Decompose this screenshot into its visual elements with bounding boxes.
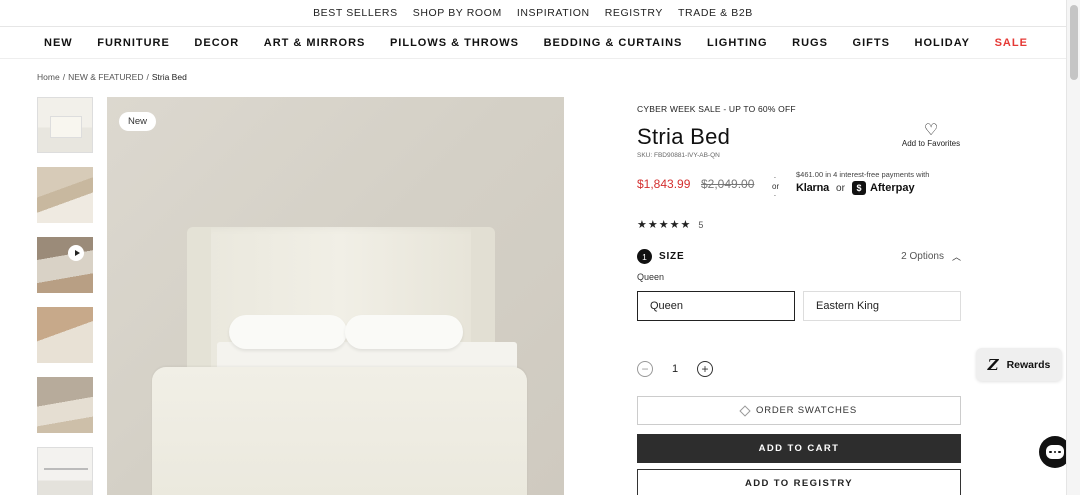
util-nav-best-sellers[interactable]: BEST SELLERS [313,7,398,19]
utility-nav: BEST SELLERS SHOP BY ROOM INSPIRATION RE… [0,0,1066,27]
original-price: $2,049.00 [701,177,755,191]
thumbnail-text-graphic [44,468,88,470]
selected-size-label: Queen [637,272,665,282]
heart-icon: ♡ [923,122,939,139]
chat-bubble-icon [1046,445,1064,459]
new-badge: New [119,112,157,131]
nav-furniture[interactable]: FURNITURE [97,37,170,49]
step-number: 1 [637,249,652,264]
size-options-count: 2 Options [901,251,944,262]
breadcrumb-separator: / [146,72,149,82]
rewards-button[interactable]: Z Rewards [976,348,1062,381]
thumbnail-4[interactable] [37,307,93,363]
size-option-eastern-king[interactable]: Eastern King [803,291,961,321]
quantity-increase-button[interactable]: + [697,361,713,377]
play-icon [68,245,84,261]
util-nav-trade[interactable]: TRADE & B2B [678,7,753,19]
chevron-up-icon: ︿ [951,252,961,262]
quantity-stepper: − 1 + [637,361,961,377]
add-to-favorites-label: Add to Favorites [901,139,961,148]
installment-text: $461.00 in 4 interest-free payments with [796,170,930,179]
nav-rugs[interactable]: RUGS [792,37,828,49]
chat-dot [1049,450,1052,454]
nav-pillows-throws[interactable]: PILLOWS & THROWS [390,37,519,49]
util-nav-shop-by-room[interactable]: SHOP BY ROOM [413,7,502,19]
promo-text: CYBER WEEK SALE - UP TO 60% OFF [637,104,796,114]
payment-brands: Klarna or $ Afterpay [796,181,915,195]
star-rating-icons: ★★★★★ [637,219,692,231]
rating[interactable]: ★★★★★ 5 [637,218,961,231]
scrollbar-thumb[interactable] [1070,5,1078,80]
thumbnail-6[interactable] [37,447,93,495]
thumbnail-2[interactable] [37,167,93,223]
pillow-right-graphic [345,315,463,349]
order-swatches-label: ORDER SWATCHES [756,405,857,416]
thumbnail-bed-image [50,116,82,138]
quantity-decrease-button[interactable]: − [637,361,653,377]
afterpay-label: Afterpay [869,182,915,194]
or-separator: · or · [772,173,780,200]
product-info: CYBER WEEK SALE - UP TO 60% OFF Stria Be… [637,97,961,495]
chat-dot [1053,450,1057,454]
thumbnail-5[interactable] [37,377,93,433]
payment-or: or [836,182,845,194]
nav-lighting[interactable]: LIGHTING [707,37,768,49]
size-option-queen[interactable]: Queen [637,291,795,321]
breadcrumb-category[interactable]: NEW & FEATURED [68,72,143,82]
afterpay-logo[interactable]: $ Afterpay [851,181,915,195]
afterpay-icon: $ [851,181,866,195]
util-nav-registry[interactable]: REGISTRY [605,7,663,19]
breadcrumb-home[interactable]: Home [37,72,60,82]
nav-decor[interactable]: DECOR [194,37,239,49]
nav-new[interactable]: NEW [44,37,73,49]
nav-bedding-curtains[interactable]: BEDDING & CURTAINS [544,37,683,49]
breadcrumb-separator: / [62,72,66,82]
or-label: or [772,182,780,191]
nav-gifts[interactable]: GIFTS [853,37,890,49]
klarna-logo[interactable]: Klarna [796,182,829,194]
size-option-list: Queen Eastern King [637,291,961,321]
swatch-icon [739,404,751,417]
size-options-toggle[interactable]: 2 Options ︿ [901,250,961,263]
thumbnail-gallery [37,97,93,495]
pillow-left-graphic [229,315,347,349]
add-to-registry-button[interactable]: ADD TO REGISTRY [637,469,961,495]
size-header: 1 SIZE 2 Options ︿ [637,249,961,264]
main-product-image[interactable]: New [107,97,564,495]
page-scrollbar[interactable] [1066,0,1080,495]
order-swatches-button[interactable]: ORDER SWATCHES [637,396,961,425]
thumbnail-3-video[interactable] [37,237,93,293]
rewards-logo-icon: Z [987,355,999,374]
rewards-label: Rewards [1006,358,1051,371]
nav-holiday[interactable]: HOLIDAY [915,37,971,49]
sale-price: $1,843.99 [637,177,691,191]
breadcrumb: Home / NEW & FEATURED / Stria Bed [37,72,187,82]
add-to-favorites-button[interactable]: ♡ Add to Favorites [901,122,961,149]
review-count: 5 [698,219,704,230]
quantity-value[interactable]: 1 [667,363,683,375]
price-row: $1,843.99 $2,049.00 · or · $461.00 in 4 in… [637,169,961,203]
add-to-cart-button[interactable]: ADD TO CART [637,434,961,463]
util-nav-inspiration[interactable]: INSPIRATION [517,7,590,19]
thumbnail-1[interactable] [37,97,93,153]
nav-sale[interactable]: SALE [995,37,1028,49]
bed-footboard-graphic [152,367,527,495]
main-nav: NEW FURNITURE DECOR ART & MIRRORS PILLOW… [0,27,1066,59]
chat-dot [1058,450,1061,454]
size-label: SIZE [659,251,685,262]
breadcrumb-current: Stria Bed [151,72,187,82]
product-sku: SKU: FBD90881-IVY-AB-QN [637,152,720,159]
nav-art-mirrors[interactable]: ART & MIRRORS [264,37,366,49]
